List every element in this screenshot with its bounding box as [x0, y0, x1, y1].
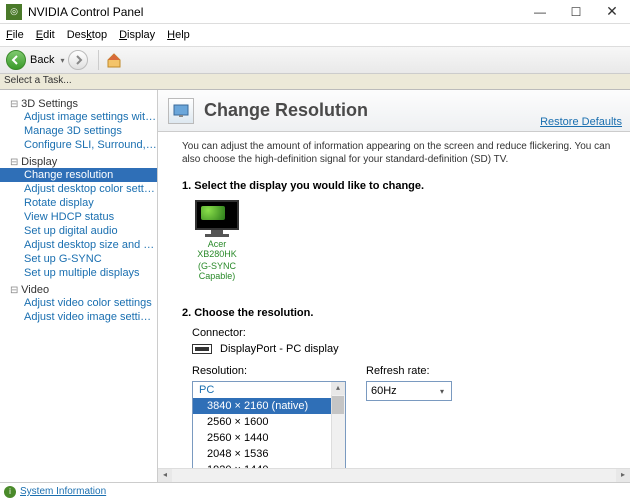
forward-button[interactable]: [68, 50, 88, 70]
display-thumbnail[interactable]: Acer XB280HK (G-SYNC Capable): [192, 200, 242, 281]
content-horizontal-scrollbar[interactable]: ◂ ▸: [158, 468, 630, 482]
connector-label: Connector:: [192, 327, 606, 339]
refresh-label: Refresh rate:: [366, 365, 452, 377]
tree-item-video-image[interactable]: Adjust video image settings: [0, 310, 157, 324]
tree-item-manage-3d[interactable]: Manage 3D settings: [0, 124, 157, 138]
back-button[interactable]: [6, 50, 26, 70]
close-button[interactable]: ✕: [594, 0, 630, 24]
tree-category-3d[interactable]: 3D Settings: [0, 98, 157, 110]
toolbar-separator: [98, 50, 99, 70]
connector-value: DisplayPort - PC display: [220, 343, 339, 355]
info-icon: i: [4, 486, 16, 498]
window-title: NVIDIA Control Panel: [28, 5, 522, 19]
minimize-button[interactable]: —: [522, 0, 558, 24]
menu-help[interactable]: Help: [167, 29, 190, 41]
menu-file[interactable]: File: [6, 29, 24, 41]
back-label: Back: [30, 54, 54, 66]
refresh-value: 60Hz: [371, 385, 397, 397]
resolution-option[interactable]: 2560 × 1600: [193, 414, 345, 430]
resolution-option[interactable]: 3840 × 2160 (native): [193, 398, 345, 414]
monitor-subtitle: (G-SYNC Capable): [192, 261, 242, 281]
system-information-link[interactable]: System Information: [20, 486, 106, 497]
nav-tree: 3D Settings Adjust image settings with p…: [0, 90, 158, 482]
app-icon: ◎: [6, 4, 22, 20]
task-hint: Select a Task...: [0, 74, 630, 90]
tree-category-video[interactable]: Video: [0, 284, 157, 296]
step1-title: 1. Select the display you would like to …: [182, 180, 606, 192]
resolution-option[interactable]: 2560 × 1440: [193, 430, 345, 446]
menu-edit[interactable]: Edit: [36, 29, 55, 41]
home-icon[interactable]: [105, 51, 123, 69]
refresh-rate-combo[interactable]: 60Hz ▾: [366, 381, 452, 401]
restore-defaults-link[interactable]: Restore Defaults: [540, 116, 622, 128]
tree-item-video-color[interactable]: Adjust video color settings: [0, 296, 157, 310]
resolution-label: Resolution:: [192, 365, 366, 377]
menu-display[interactable]: Display: [119, 29, 155, 41]
tree-item-desktop-size[interactable]: Adjust desktop size and position: [0, 238, 157, 252]
step2-title: 2. Choose the resolution.: [182, 307, 606, 319]
tree-item-multiple-displays[interactable]: Set up multiple displays: [0, 266, 157, 280]
back-dropdown-icon[interactable]: ▾: [60, 56, 64, 65]
resolution-group-pc: PC: [193, 382, 345, 398]
tree-category-display[interactable]: Display: [0, 156, 157, 168]
page-icon: [168, 98, 194, 124]
scroll-up-icon[interactable]: ▴: [331, 382, 345, 395]
monitor-name: Acer XB280HK: [192, 239, 242, 259]
displayport-icon: [192, 344, 212, 354]
resolution-listbox[interactable]: PC 3840 × 2160 (native) 2560 × 1600 2560…: [192, 381, 346, 482]
chevron-down-icon: ▾: [435, 384, 449, 398]
page-description: You can adjust the amount of information…: [158, 132, 630, 176]
tree-item-sli[interactable]: Configure SLI, Surround, PhysX: [0, 138, 157, 152]
scroll-left-icon[interactable]: ◂: [158, 469, 172, 482]
tree-item-digital-audio[interactable]: Set up digital audio: [0, 224, 157, 238]
tree-item-rotate[interactable]: Rotate display: [0, 196, 157, 210]
menu-desktop[interactable]: Desktop: [67, 29, 107, 41]
tree-item-change-resolution[interactable]: Change resolution: [0, 168, 157, 182]
resolution-option[interactable]: 2048 × 1536: [193, 446, 345, 462]
tree-item-gsync[interactable]: Set up G-SYNC: [0, 252, 157, 266]
tree-item-hdcp[interactable]: View HDCP status: [0, 210, 157, 224]
scroll-thumb[interactable]: [332, 396, 344, 414]
scroll-right-icon[interactable]: ▸: [616, 469, 630, 482]
tree-item-image-settings[interactable]: Adjust image settings with preview: [0, 110, 157, 124]
maximize-button[interactable]: ☐: [558, 0, 594, 24]
tree-item-desktop-color[interactable]: Adjust desktop color settings: [0, 182, 157, 196]
